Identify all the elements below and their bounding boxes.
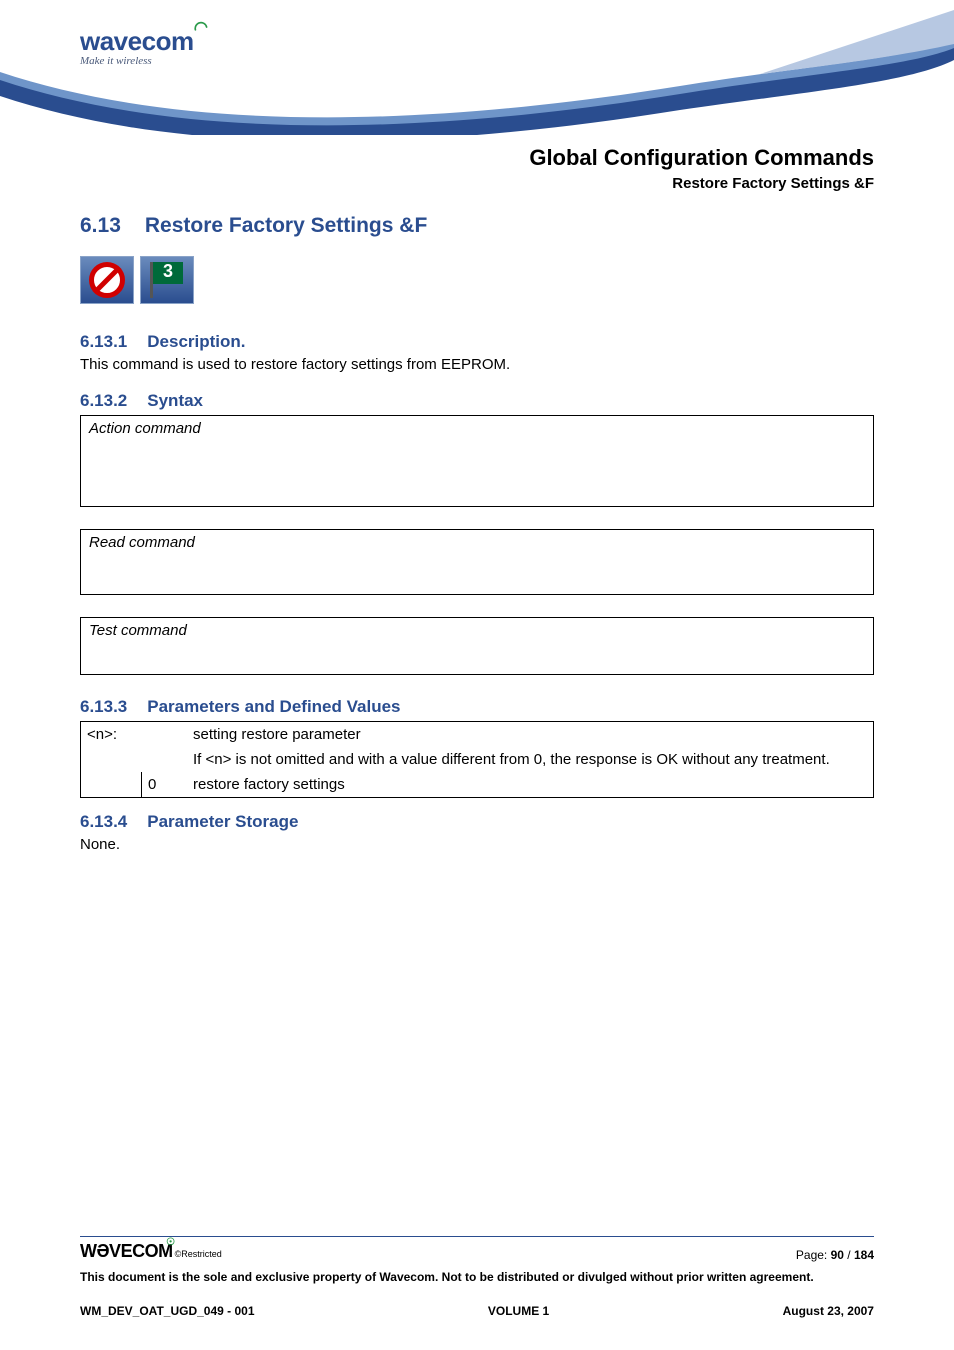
param-value-cell <box>141 747 187 772</box>
page-label: Page: <box>796 1248 831 1262</box>
param-value-cell <box>141 722 187 747</box>
section-title: Restore Factory Settings &F <box>145 214 427 238</box>
subsection-title: Description. <box>147 332 245 352</box>
param-name-cell: <n>: <box>81 722 141 747</box>
page-sep: / <box>844 1248 854 1262</box>
parameter-table: <n>: setting restore parameter If <n> is… <box>80 721 874 798</box>
footer-bottom-row: WM_DEV_OAT_UGD_049 - 001 VOLUME 1 August… <box>80 1304 874 1318</box>
footer-swoosh-icon: ☉ <box>166 1237 174 1248</box>
subsection-syntax-heading: 6.13.2 Syntax <box>80 391 874 411</box>
prohibition-icon <box>80 256 134 304</box>
param-desc-cell: restore factory settings <box>187 772 873 797</box>
section-heading: 6.13 Restore Factory Settings &F <box>80 214 874 238</box>
footer-rule <box>80 1236 874 1237</box>
section-number: 6.13 <box>80 214 121 238</box>
footer-date: August 23, 2007 <box>783 1304 874 1318</box>
chapter-title: Global Configuration Commands <box>80 145 874 171</box>
param-name-cell <box>81 747 141 772</box>
subsection-description-heading: 6.13.1 Description. <box>80 332 874 352</box>
storage-body: None. <box>80 836 874 853</box>
table-row: 0 restore factory settings <box>81 772 873 797</box>
page-header-band: wavecom Make it wireless <box>0 0 954 135</box>
param-desc-cell: setting restore parameter <box>187 722 873 747</box>
footer-logo-label: WƏVECOM <box>80 1241 173 1261</box>
brand-logo-text: wavecom <box>80 26 194 57</box>
section-icon-row: 3 <box>80 256 874 304</box>
subsection-title: Parameters and Defined Values <box>147 697 400 717</box>
subsection-number: 6.13.3 <box>80 697 127 717</box>
description-body: This command is used to restore factory … <box>80 356 874 373</box>
page-footer: WƏVECOM ☉ ©Restricted Page: 90 / 184 Thi… <box>80 1236 874 1318</box>
chapter-subtitle: Restore Factory Settings &F <box>80 175 874 192</box>
brand-logo: wavecom Make it wireless <box>80 26 194 67</box>
page-content: Global Configuration Commands Restore Fa… <box>0 135 954 853</box>
subsection-storage-heading: 6.13.4 Parameter Storage <box>80 812 874 832</box>
table-row: <n>: setting restore parameter <box>81 722 873 747</box>
read-command-box: Read command <box>80 529 874 595</box>
subsection-number: 6.13.1 <box>80 332 127 352</box>
page-current: 90 <box>831 1248 844 1262</box>
action-command-box: Action command <box>80 415 874 507</box>
footer-page: Page: 90 / 184 <box>796 1248 874 1262</box>
test-command-label: Test command <box>89 622 187 639</box>
header-swoosh-graphic <box>0 0 954 135</box>
action-command-label: Action command <box>89 420 201 437</box>
param-name-cell <box>81 772 141 797</box>
flag-number: 3 <box>153 261 183 282</box>
footer-restricted: ©Restricted <box>175 1249 222 1259</box>
footer-legal: This document is the sole and exclusive … <box>80 1270 874 1284</box>
flag-3-icon: 3 <box>140 256 194 304</box>
footer-volume: VOLUME 1 <box>488 1304 549 1318</box>
brand-name: wavecom <box>80 26 194 56</box>
page-total: 184 <box>854 1248 874 1262</box>
param-value-cell: 0 <box>141 772 187 797</box>
brand-swoosh-icon <box>194 20 208 34</box>
footer-top-row: WƏVECOM ☉ ©Restricted Page: 90 / 184 <box>80 1241 874 1262</box>
subsection-number: 6.13.4 <box>80 812 127 832</box>
subsection-params-heading: 6.13.3 Parameters and Defined Values <box>80 697 874 717</box>
test-command-box: Test command <box>80 617 874 675</box>
subsection-title: Parameter Storage <box>147 812 298 832</box>
footer-logo-text: WƏVECOM ☉ <box>80 1241 173 1262</box>
subsection-title: Syntax <box>147 391 203 411</box>
read-command-label: Read command <box>89 534 195 551</box>
param-desc-cell: If <n> is not omitted and with a value d… <box>187 747 873 772</box>
table-row: If <n> is not omitted and with a value d… <box>81 747 873 772</box>
footer-logo-block: WƏVECOM ☉ ©Restricted <box>80 1241 222 1262</box>
footer-doc-id: WM_DEV_OAT_UGD_049 - 001 <box>80 1304 255 1318</box>
subsection-number: 6.13.2 <box>80 391 127 411</box>
